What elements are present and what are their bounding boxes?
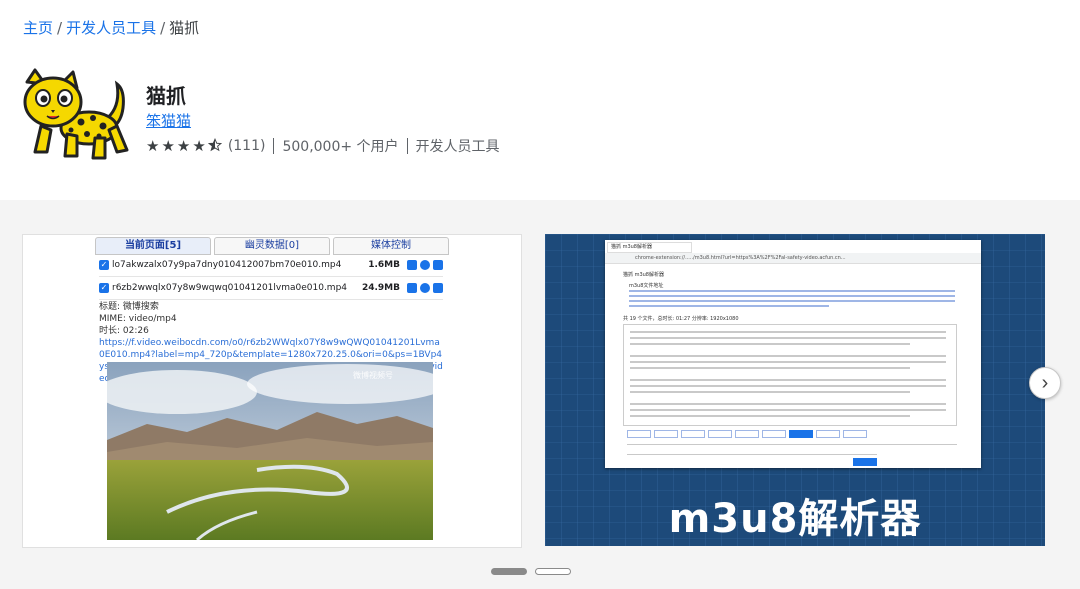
extension-title: 猫抓 <box>146 84 186 108</box>
breadcrumb: 主页 / 开发人员工具 / 猫抓 <box>23 17 199 38</box>
parser-button <box>627 430 651 438</box>
file-name: r6zb2wwqlx07y8w9wqwq01041201lvma0e010.mp… <box>112 283 348 293</box>
segment-line <box>630 391 910 393</box>
star-icon: ★ <box>192 137 208 155</box>
copy-icon <box>407 260 417 270</box>
breadcrumb-current: 猫抓 <box>169 19 200 37</box>
author-link[interactable]: 笨猫猫 <box>146 110 191 131</box>
url-line <box>629 305 829 307</box>
browser-tab: 猫抓 m3u8解析器 <box>607 242 692 253</box>
file-name: lo7akwzalx07y9pa7dny010412007bm70e010.mp… <box>112 260 342 270</box>
file-size: 24.9MB <box>361 283 400 293</box>
segment-list <box>623 324 957 426</box>
play-icon <box>420 283 430 293</box>
parser-button <box>762 430 786 438</box>
segment-line <box>630 331 946 333</box>
segment-line <box>630 355 946 357</box>
user-count: 500,000+ 个用户 <box>282 139 399 155</box>
parser-buttons <box>627 430 870 438</box>
star-half-icon <box>207 137 222 152</box>
next-slide-button[interactable]: › <box>1029 367 1061 399</box>
parser-button <box>735 430 759 438</box>
star-icon: ★ <box>161 137 177 155</box>
download-icon <box>433 283 443 293</box>
play-icon <box>420 260 430 270</box>
segment-line <box>630 415 910 417</box>
category-label[interactable]: 开发人员工具 <box>416 136 500 156</box>
url-line <box>629 295 955 297</box>
segment-line <box>630 361 946 363</box>
tab-ghost-data: 幽灵数据[0] <box>214 237 330 255</box>
tab-current-page: 当前页面[5] <box>95 237 211 255</box>
carousel-dot-2[interactable] <box>535 568 571 575</box>
media-mime: MIME: video/mp4 <box>99 314 177 324</box>
screenshot-m3u8[interactable]: 猫抓 m3u8解析器 chrome-extension://...../m3u8… <box>545 234 1045 546</box>
file-row: ✓ r6zb2wwqlx07y8w9wqwq01041201lvma0e010.… <box>99 277 443 300</box>
segment-line <box>630 385 946 387</box>
popup-tabs: 当前页面[5] 幽灵数据[0] 媒体控制 <box>95 237 452 255</box>
video-preview-image <box>107 362 433 540</box>
m3u8-label: m3u8文件地址 <box>629 283 664 289</box>
checkbox-icon: ✓ <box>99 260 109 270</box>
parser-button <box>654 430 678 438</box>
screenshot-popup[interactable]: 当前页面[5] 幽灵数据[0] 媒体控制 ✓ lo7akwzalx07y9pa7… <box>22 234 522 548</box>
star-icon: ★ <box>176 137 193 155</box>
parser-button <box>853 458 877 466</box>
photo-watermark: 微博视频号 <box>353 371 393 380</box>
extension-header: 主页 / 开发人员工具 / 猫抓 猫抓 笨猫猫 ★★★★ (111) 500,0… <box>0 0 1080 200</box>
divider <box>406 138 408 154</box>
carousel-dot-1[interactable] <box>491 568 527 575</box>
parser-button <box>708 430 732 438</box>
media-title: 标题: 微博搜索 <box>99 302 159 312</box>
divider <box>273 138 275 154</box>
star-icon: ★ <box>146 137 162 155</box>
file-size: 1.6MB <box>368 260 400 270</box>
media-duration: 时长: 02:26 <box>99 326 149 336</box>
segment-line <box>630 367 910 369</box>
segment-line <box>630 379 946 381</box>
chevron-right-icon: › <box>1041 372 1049 394</box>
rating-stars: ★★★★ <box>146 137 222 155</box>
breadcrumb-category[interactable]: 开发人员工具 <box>66 19 156 37</box>
parser-button <box>681 430 705 438</box>
parser-title: 猫抓 m3u8解析器 <box>623 272 664 278</box>
segment-line <box>630 409 946 411</box>
parser-button <box>816 430 840 438</box>
address-text: chrome-extension://...../m3u8.html?url=h… <box>635 255 846 261</box>
parser-button <box>789 430 813 438</box>
checkbox-icon: ✓ <box>99 283 109 293</box>
parser-button <box>843 430 867 438</box>
file-row: ✓ lo7akwzalx07y9pa7dny010412007bm70e010.… <box>99 254 443 277</box>
download-icon <box>433 260 443 270</box>
screenshot-gallery: 当前页面[5] 幽灵数据[0] 媒体控制 ✓ lo7akwzalx07y9pa7… <box>0 200 1080 589</box>
breadcrumb-separator: / <box>160 19 166 37</box>
browser-window: 猫抓 m3u8解析器 chrome-extension://...../m3u8… <box>605 240 981 468</box>
breadcrumb-separator: / <box>57 19 63 37</box>
segment-line <box>630 337 946 339</box>
carousel-indicators <box>491 568 579 575</box>
copy-icon <box>407 283 417 293</box>
tab-media-control: 媒体控制 <box>333 237 449 255</box>
url-line <box>629 300 955 302</box>
url-line <box>629 290 955 292</box>
rating-count[interactable]: (111) <box>228 138 266 154</box>
breadcrumb-home[interactable]: 主页 <box>23 19 53 37</box>
cat-logo-icon <box>23 68 129 160</box>
extension-meta: ★★★★ (111) 500,000+ 个用户 开发人员工具 <box>146 136 500 156</box>
segment-line <box>630 343 910 345</box>
segment-line <box>630 403 946 405</box>
stats-text: 共 19 个文件，总时长: 01:27 分辨率: 1920x1080 <box>623 316 739 322</box>
options-line <box>627 454 877 455</box>
banner-text: m3u8解析器 <box>668 496 922 542</box>
options-line <box>627 444 957 445</box>
